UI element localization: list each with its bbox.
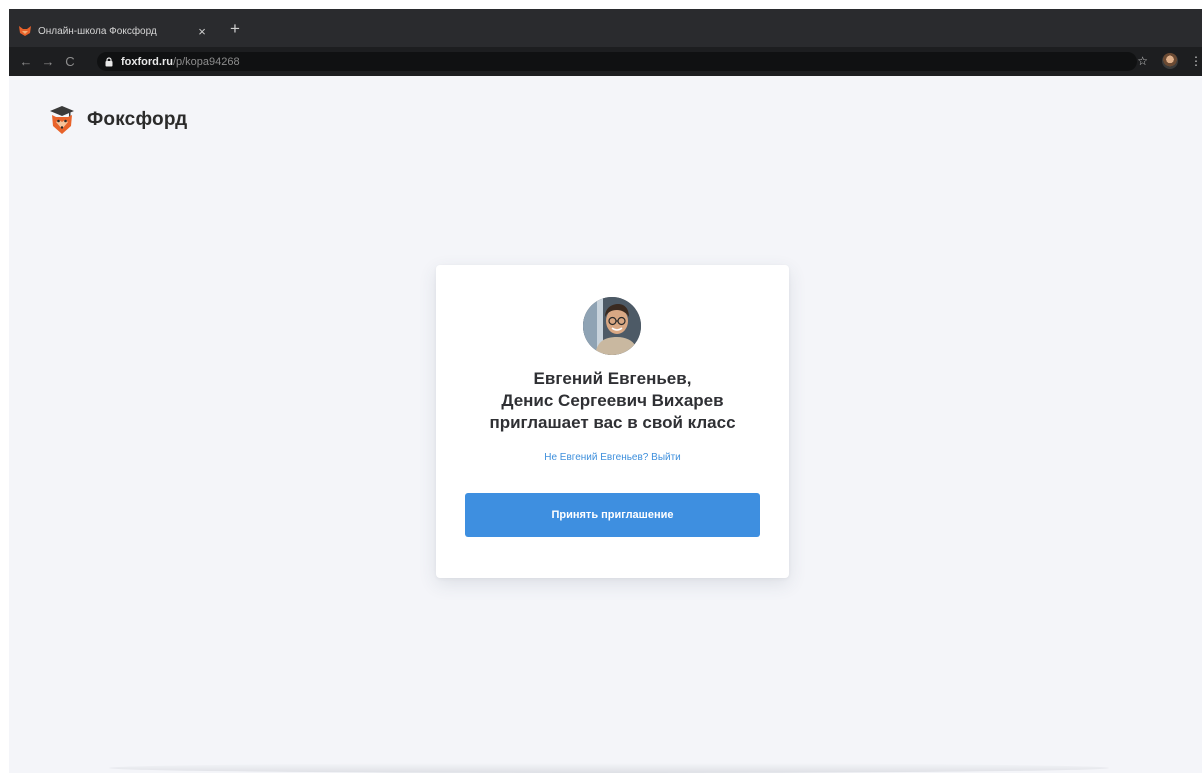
tab-close-icon[interactable]: × <box>196 24 208 39</box>
bottom-divider <box>109 763 1109 773</box>
browser-toolbar: ← → C foxford.ru /p/kopa94268 ☆ ⋮ <box>9 47 1202 76</box>
forward-arrow-icon[interactable]: → <box>37 54 59 69</box>
page-content: Фоксфорд Евгений Евгеньев, Денис Сергеев… <box>9 76 1202 773</box>
inviter-avatar <box>583 297 641 355</box>
invite-message: Евгений Евгеньев, Денис Сергеевич Вихаре… <box>436 368 789 434</box>
tab-title: Онлайн-школа Фоксфорд <box>38 25 157 37</box>
logout-link[interactable]: Не Евгений Евгеньев? Выйти <box>436 452 789 463</box>
profile-avatar-icon[interactable] <box>1162 53 1178 69</box>
invite-line: Денис Сергеевич Вихарев <box>501 391 724 410</box>
toolbar-actions: ☆ ⋮ <box>1137 53 1202 69</box>
browser-window: Онлайн-школа Фоксфорд × + ← → C foxford.… <box>9 9 1202 773</box>
tab-strip: Онлайн-школа Фоксфорд × + <box>9 9 1202 47</box>
bookmark-star-icon[interactable]: ☆ <box>1137 54 1148 68</box>
invite-line: Евгений Евгеньев, <box>533 369 692 388</box>
invite-line: приглашает вас в свой класс <box>489 413 736 432</box>
lock-icon <box>105 56 113 67</box>
accept-invitation-button[interactable]: Принять приглашение <box>465 493 760 537</box>
invite-card: Евгений Евгеньев, Денис Сергеевич Вихаре… <box>436 265 789 578</box>
new-tab-icon[interactable]: + <box>227 20 243 38</box>
address-bar[interactable]: foxford.ru /p/kopa94268 <box>97 52 1137 71</box>
reload-icon[interactable]: C <box>59 54 81 69</box>
logo-text: Фоксфорд <box>87 109 188 130</box>
browser-menu-icon[interactable]: ⋮ <box>1190 54 1202 68</box>
url-host: foxford.ru <box>121 55 173 68</box>
foxford-favicon-icon <box>18 25 32 37</box>
browser-tab[interactable]: Онлайн-школа Фоксфорд × <box>9 15 239 47</box>
back-arrow-icon[interactable]: ← <box>15 54 37 69</box>
url-path: /p/kopa94268 <box>172 55 240 68</box>
fox-logo-icon <box>49 105 75 135</box>
site-logo[interactable]: Фоксфорд <box>49 105 187 135</box>
